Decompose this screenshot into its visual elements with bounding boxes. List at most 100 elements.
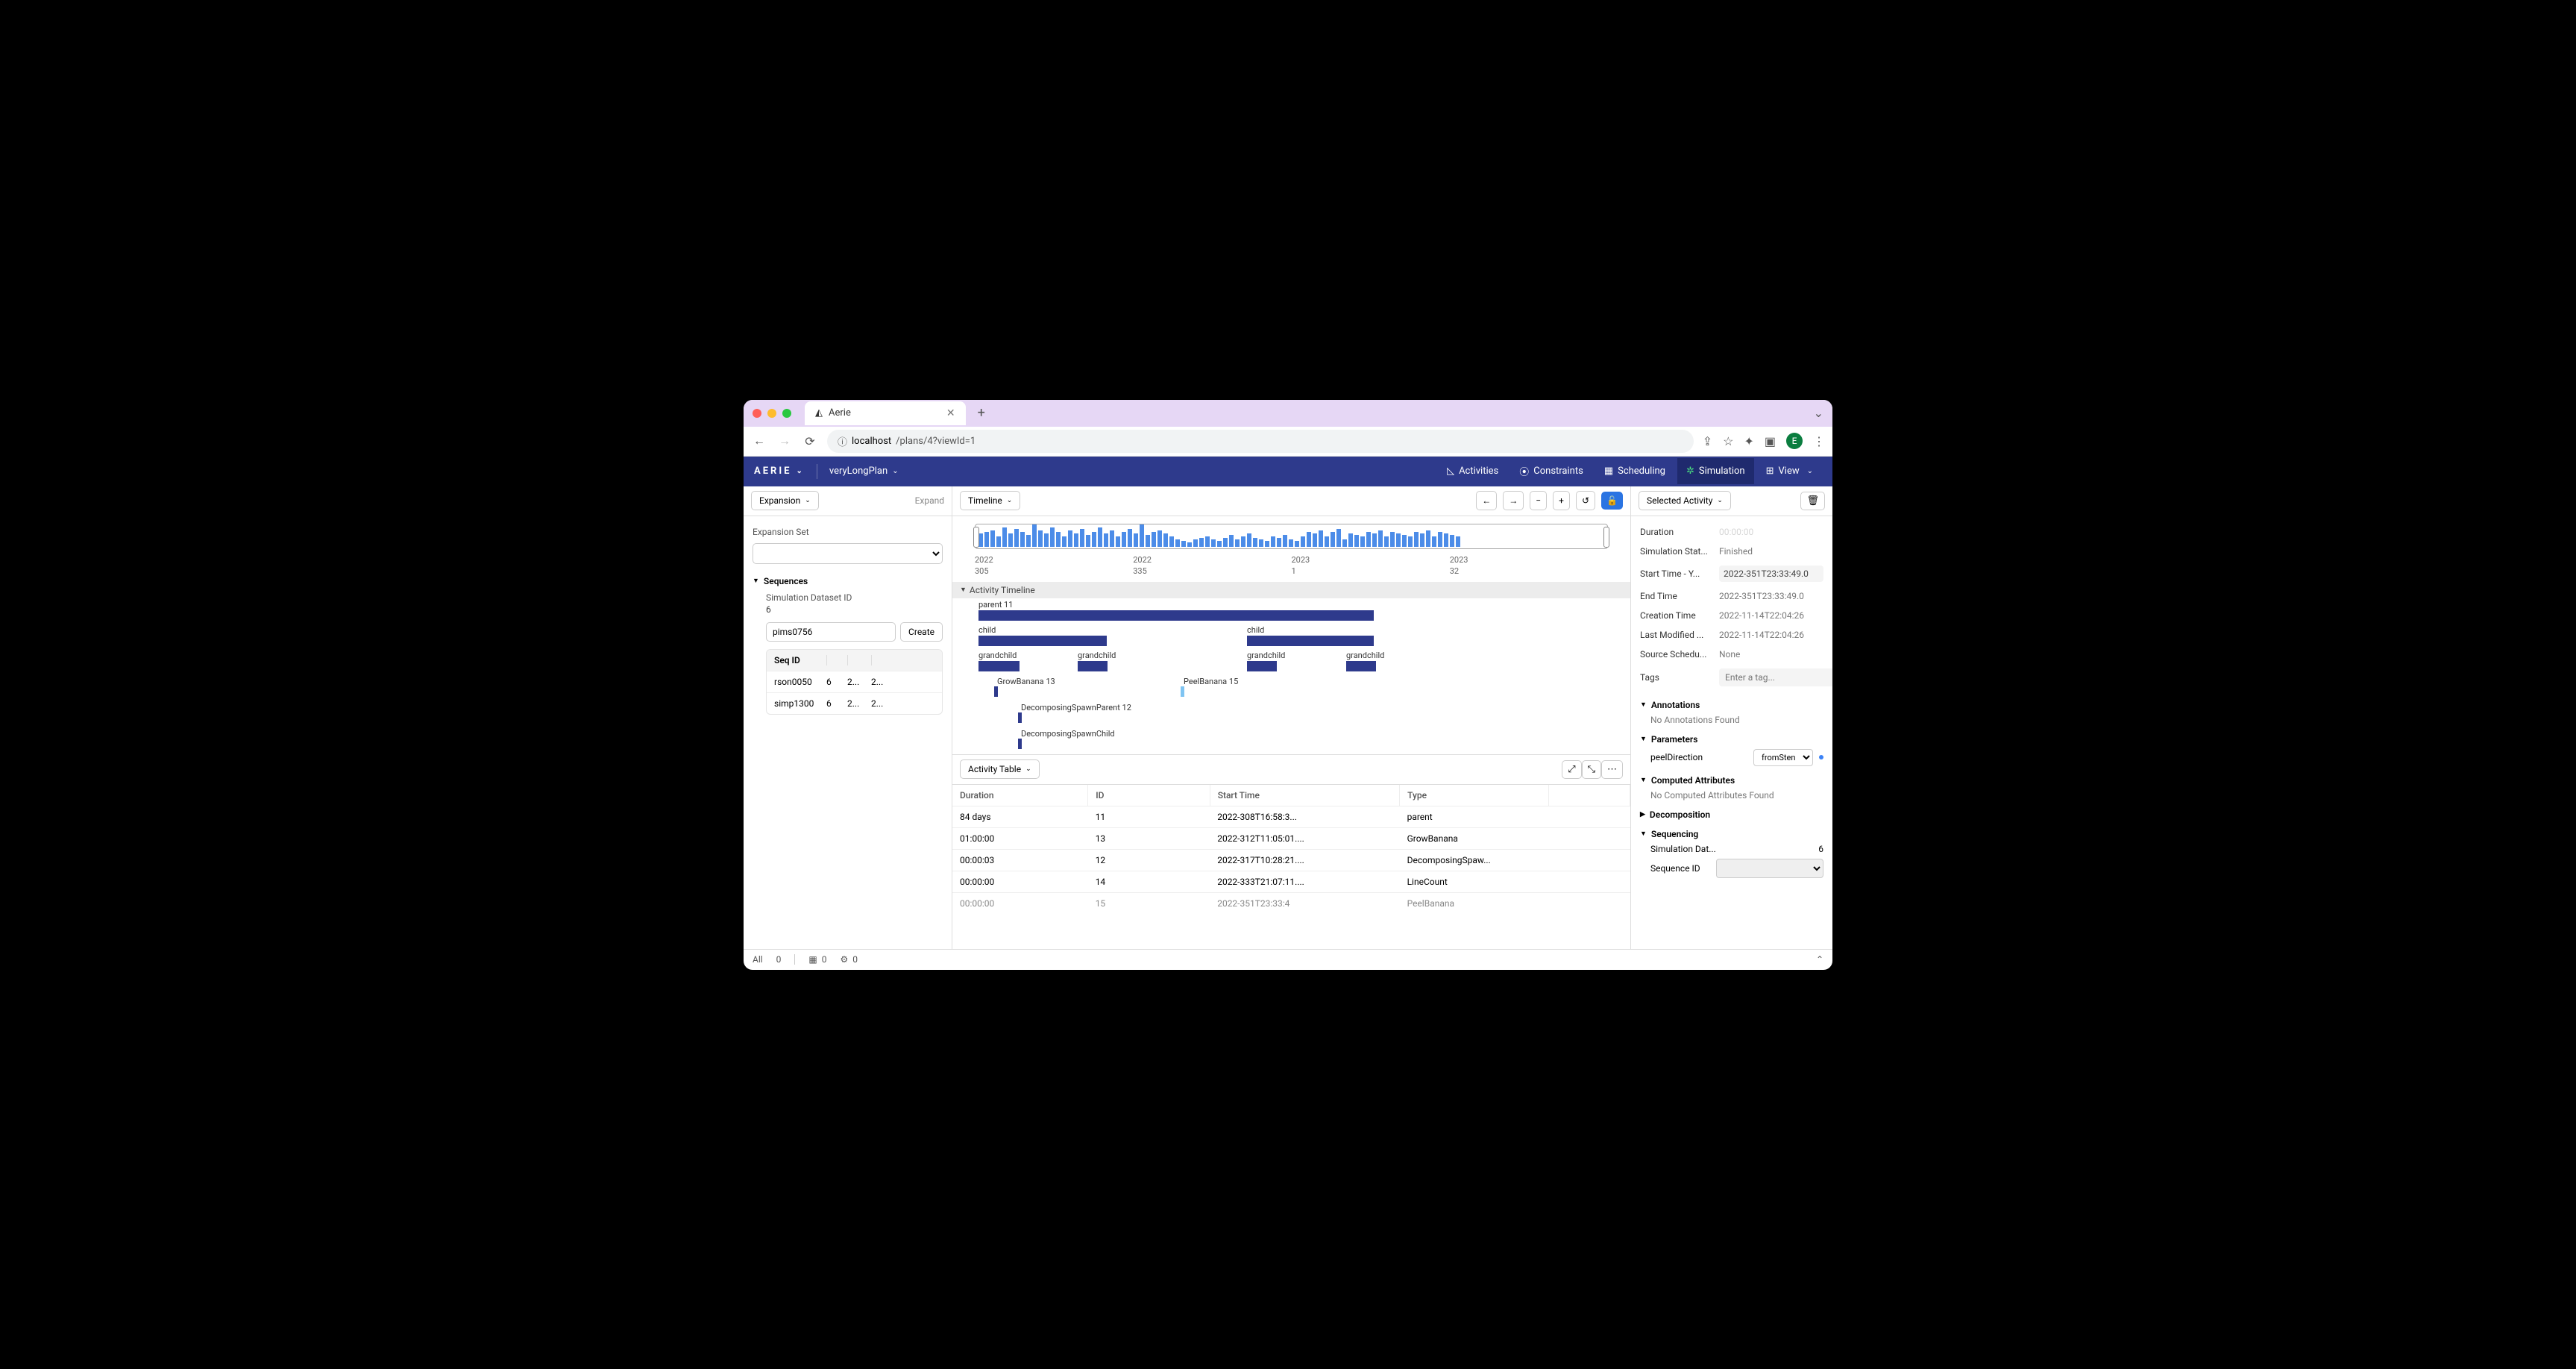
timeline-bar-peel[interactable]	[1181, 686, 1184, 697]
timeline-bar-dsc[interactable]	[1018, 739, 1022, 749]
tab-title: Aerie	[829, 407, 851, 419]
more-icon[interactable]: ⋯	[1601, 760, 1623, 779]
sequence-row[interactable]: simp1300 6 2... 2...	[767, 693, 942, 714]
tabs-dropdown-icon[interactable]: ⌄	[1814, 406, 1823, 420]
new-tab-button[interactable]: +	[972, 405, 991, 421]
timeline-remove-button[interactable]: −	[1530, 491, 1547, 510]
status-all[interactable]: All 0	[753, 954, 781, 965]
timeline-bar-dsp[interactable]	[1018, 712, 1022, 723]
table-header-row: Duration ID Start Time Type	[952, 785, 1630, 806]
delete-icon[interactable]: 🗑	[1800, 492, 1825, 510]
timeline-bar-grandchild[interactable]	[1247, 661, 1277, 671]
browser-tab[interactable]: ◭ Aerie ✕	[805, 401, 966, 425]
collapse-icon[interactable]: ⤢	[1562, 760, 1581, 779]
create-sequence-button[interactable]: Create	[900, 622, 943, 642]
sim-dataset-value: 6	[766, 604, 943, 615]
activity-table: Duration ID Start Time Type 84 days11202…	[952, 785, 1630, 949]
table-row[interactable]: 00:00:00152022-351T23:33:4PeelBanana	[952, 892, 1630, 914]
annotations-header[interactable]: ▼Annotations	[1640, 700, 1823, 710]
expand-icon[interactable]: ⤡	[1582, 760, 1601, 779]
calendar-icon: ▦	[808, 954, 817, 965]
plan-selector[interactable]: veryLongPlan⌄	[829, 466, 899, 477]
nav-scheduling[interactable]: ▦Scheduling	[1595, 458, 1674, 484]
expansion-set-select[interactable]	[753, 543, 943, 564]
timeline-prev-button[interactable]: ←	[1476, 491, 1497, 510]
close-window-icon[interactable]	[753, 409, 761, 418]
sequences-header[interactable]: ▼Sequences	[753, 576, 943, 586]
expansion-dropdown[interactable]: Expansion⌄	[751, 491, 819, 510]
nav-simulation[interactable]: ✲Simulation	[1677, 458, 1754, 484]
view-icon: ⊞	[1766, 466, 1774, 477]
decomposition-header[interactable]: ▶Decomposition	[1640, 809, 1823, 820]
site-info-icon[interactable]: ⓘ	[838, 434, 847, 448]
minimize-window-icon[interactable]	[767, 409, 776, 418]
table-row[interactable]: 84 days112022-308T16:58:3...parent	[952, 806, 1630, 827]
timeline-bar-child[interactable]	[1247, 636, 1374, 646]
timeline-dropdown[interactable]: Timeline⌄	[960, 491, 1020, 510]
bookmark-icon[interactable]: ☆	[1723, 434, 1733, 448]
param-label: peelDirection	[1650, 752, 1747, 762]
sequence-table: Seq ID rson0050 6 2... 2... simp1300 6	[766, 649, 943, 715]
browser-title-bar: ◭ Aerie ✕ + ⌄	[744, 400, 1832, 427]
close-tab-icon[interactable]: ✕	[946, 407, 955, 419]
timeline-next-button[interactable]: →	[1503, 491, 1524, 510]
sequence-table-header: Seq ID	[767, 650, 942, 671]
table-row[interactable]: 00:00:00142022-333T21:07:11....LineCount	[952, 871, 1630, 892]
url-input[interactable]: ⓘ localhost/plans/4?viewId=1	[827, 430, 1694, 453]
forward-icon[interactable]: →	[776, 433, 793, 448]
app-logo[interactable]: AERIE⌄	[754, 466, 805, 477]
browser-url-bar: ← → ⟳ ⓘ localhost/plans/4?viewId=1 ⇪ ☆ ✦…	[744, 427, 1832, 457]
timeline-bar-grandchild[interactable]	[1346, 661, 1376, 671]
sequence-name-input[interactable]	[766, 622, 896, 642]
status-bar: All 0 ▦0 ⚙0 ⌃	[744, 949, 1832, 970]
extensions-icon[interactable]: ✦	[1744, 434, 1753, 448]
activity-timeline-header[interactable]: ▼Activity Timeline	[952, 582, 1630, 598]
status-calendar[interactable]: ▦0	[808, 954, 826, 965]
activity-table-dropdown[interactable]: Activity Table⌄	[960, 759, 1040, 779]
status-gear[interactable]: ⚙0	[840, 954, 858, 965]
computed-header[interactable]: ▼Computed Attributes	[1640, 775, 1823, 786]
table-row[interactable]: 01:00:00132022-312T11:05:01....GrowBanan…	[952, 827, 1630, 849]
timeline-bar-child[interactable]	[978, 636, 1107, 646]
nav-activities[interactable]: ◺Activities	[1438, 458, 1507, 484]
selected-activity-dropdown[interactable]: Selected Activity⌄	[1639, 491, 1731, 510]
back-icon[interactable]: ←	[751, 433, 767, 448]
expand-link[interactable]: Expand	[915, 495, 944, 506]
tab-favicon-icon: ◭	[815, 407, 823, 419]
nav-view[interactable]: ⊞View⌄	[1757, 458, 1822, 484]
collapse-status-icon[interactable]: ⌃	[1816, 954, 1823, 965]
timeline-bar-grandchild[interactable]	[1078, 661, 1108, 671]
timeline-bar-label: parent 11	[978, 600, 1013, 610]
table-row[interactable]: 00:00:03122022-317T10:28:21....Decomposi…	[952, 849, 1630, 871]
timeline-lock-button[interactable]: 🔓	[1601, 492, 1623, 510]
parameters-header[interactable]: ▼Parameters	[1640, 734, 1823, 745]
timeline-axis: 2022305 2022335 20231 202332	[952, 552, 1630, 576]
url-path: /plans/4?viewId=1	[896, 436, 976, 447]
maximize-window-icon[interactable]	[782, 409, 791, 418]
timeline-add-button[interactable]: +	[1553, 491, 1570, 510]
scheduling-icon: ▦	[1604, 466, 1613, 477]
window-controls	[753, 409, 791, 418]
nav-constraints[interactable]: ⦿Constraints	[1510, 457, 1592, 486]
param-modified-icon	[1819, 755, 1823, 759]
sequence-id-select[interactable]	[1716, 859, 1823, 878]
side-panel-icon[interactable]: ▣	[1765, 434, 1776, 448]
sim-dataset-label: Simulation Dataset ID	[766, 592, 943, 603]
sequence-row[interactable]: rson0050 6 2... 2...	[767, 671, 942, 693]
timeline-bar-grandchild[interactable]	[978, 661, 1020, 671]
timeline-reset-button[interactable]: ↺	[1576, 491, 1595, 510]
expansion-set-label: Expansion Set	[753, 527, 943, 537]
reload-icon[interactable]: ⟳	[802, 434, 818, 448]
param-select[interactable]: fromSten	[1753, 749, 1813, 766]
menu-icon[interactable]: ⋮	[1813, 434, 1825, 448]
tags-input[interactable]	[1719, 668, 1832, 686]
timeline-bar-parent[interactable]	[978, 610, 1374, 621]
share-icon[interactable]: ⇪	[1703, 434, 1712, 448]
timeline-bar-grow[interactable]	[994, 686, 998, 697]
profile-avatar[interactable]: E	[1786, 433, 1803, 449]
app-header: AERIE⌄ veryLongPlan⌄ ◺Activities ⦿Constr…	[744, 457, 1832, 486]
simulation-icon: ✲	[1686, 466, 1694, 477]
gear-icon: ⚙	[840, 954, 848, 965]
timeline-overview[interactable]	[975, 524, 1608, 549]
sequencing-header[interactable]: ▼Sequencing	[1640, 829, 1823, 839]
